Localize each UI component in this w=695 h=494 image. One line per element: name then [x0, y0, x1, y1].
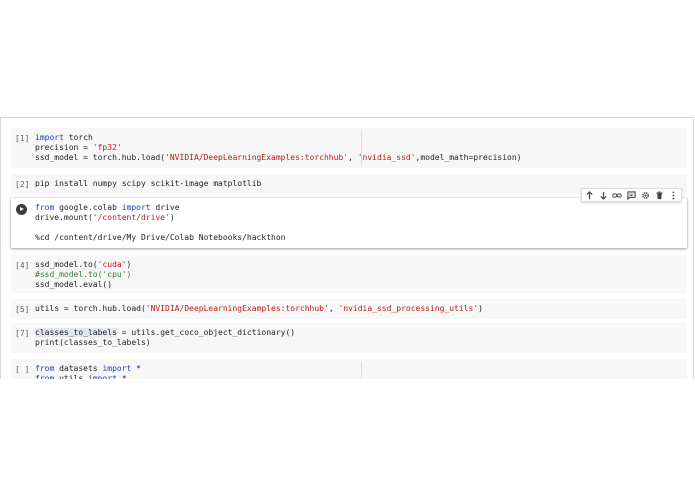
- code-token: ): [169, 213, 175, 222]
- settings-icon[interactable]: [641, 190, 651, 200]
- code-token: ssd_model.to(: [35, 260, 98, 269]
- code-token: *: [131, 364, 141, 373]
- code-token: 'nvidia_ssd': [357, 153, 416, 162]
- code-token: import: [35, 133, 64, 142]
- code-line: ssd_model.to('cuda'): [35, 260, 131, 270]
- code-editor[interactable]: ssd_model.to('cuda') #ssd_model.to('cpu')…: [35, 260, 131, 290]
- code-cell-5[interactable]: [5] utils = torch.hub.load('NVIDIA/DeepL…: [11, 299, 687, 319]
- code-line: from utils import *: [35, 374, 141, 379]
- execution-count: [2]: [15, 180, 30, 189]
- execution-count: [1]: [15, 134, 30, 143]
- comment-icon[interactable]: [626, 190, 636, 200]
- more-vert-icon[interactable]: [669, 190, 679, 200]
- ruler-line: [361, 362, 362, 379]
- code-token: google.colab: [54, 203, 122, 212]
- code-line: import torch: [35, 133, 521, 143]
- code-token: ,: [328, 304, 339, 313]
- code-token: from: [35, 203, 55, 212]
- execution-count: [7]: [15, 329, 30, 338]
- code-token: '/content/drive': [92, 213, 170, 222]
- cell-toolbar: [581, 188, 682, 202]
- code-token: utils: [54, 374, 88, 379]
- code-token: ): [126, 260, 132, 269]
- code-token: from: [35, 364, 55, 373]
- code-line: #ssd_model.to('cpu'): [35, 270, 131, 280]
- code-token: = utils.get_coco_object_dictionary(): [116, 328, 296, 337]
- code-line: from datasets import *: [35, 364, 141, 374]
- code-line: %cd /content/drive/My Drive/Colab Notebo…: [35, 233, 285, 243]
- code-line: ssd_model = torch.hub.load('NVIDIA/DeepL…: [35, 153, 521, 163]
- code-line: from google.colab import drive: [35, 203, 285, 213]
- code-token: datasets: [54, 364, 103, 373]
- code-line: pip install numpy scipy scikit-image mat…: [35, 179, 261, 189]
- execution-count: [ ]: [15, 365, 30, 374]
- code-token: #ssd_model.to('cpu'): [35, 270, 132, 279]
- code-token: 'NVIDIA/DeepLearningExamples:torchhub': [165, 153, 349, 162]
- notebook-area: [1] import torch precision = 'fp32' ssd_mo…: [0, 117, 694, 379]
- code-line: utils = torch.hub.load('NVIDIA/DeepLearn…: [35, 304, 483, 314]
- code-token: 'cuda': [97, 260, 127, 269]
- execution-count: [4]: [15, 261, 30, 270]
- code-token: ,: [348, 153, 358, 162]
- code-editor[interactable]: from datasets import * from utils import …: [35, 364, 141, 379]
- code-token: ,model_math=precision): [415, 153, 522, 162]
- code-token: ssd_model.eval(): [35, 280, 113, 289]
- code-token: ): [478, 304, 483, 313]
- code-line: print(classes_to_labels): [35, 338, 295, 348]
- code-cell-4[interactable]: [4] ssd_model.to('cuda') #ssd_model.to('c…: [11, 255, 687, 293]
- execution-count: [5]: [15, 305, 30, 314]
- code-token: pip install numpy scipy scikit-image mat…: [35, 179, 262, 188]
- code-token: import: [87, 374, 117, 379]
- code-cell-7[interactable]: [7] classes_to_labels = utils.get_coco_o…: [11, 323, 687, 353]
- code-token: 'nvidia_ssd_processing_utils': [338, 304, 479, 313]
- code-token: 'NVIDIA/DeepLearningExamples:torchhub': [145, 304, 329, 313]
- code-token: print(classes_to_labels): [35, 338, 151, 347]
- code-editor[interactable]: utils = torch.hub.load('NVIDIA/DeepLearn…: [35, 304, 483, 314]
- run-cell-button[interactable]: [16, 204, 27, 215]
- code-token: ssd_model = torch.hub.load(: [35, 153, 166, 162]
- arrow-up-icon[interactable]: [584, 190, 594, 200]
- code-editor[interactable]: import torch precision = 'fp32' ssd_model …: [35, 133, 521, 163]
- ruler-line: [361, 131, 362, 165]
- code-token: drive.mount(: [35, 213, 93, 222]
- code-token: classes_to_labels: [35, 328, 117, 337]
- code-token: utils = torch.hub.load(: [35, 304, 146, 313]
- code-token: from: [35, 374, 55, 379]
- code-token: drive: [150, 203, 180, 212]
- code-line: ssd_model.eval(): [35, 280, 131, 290]
- code-token: 'fp32': [92, 143, 122, 152]
- code-editor[interactable]: classes_to_labels = utils.get_coco_objec…: [35, 328, 295, 348]
- code-token: import: [121, 203, 151, 212]
- code-line: precision = 'fp32': [35, 143, 521, 153]
- code-cell-1[interactable]: [1] import torch precision = 'fp32' ssd_mo…: [11, 128, 687, 168]
- code-token: %cd /content/drive/My Drive/Colab Notebo…: [35, 233, 286, 242]
- link-icon[interactable]: [612, 190, 623, 200]
- code-cell-unexecuted[interactable]: [ ] from datasets import * from utils imp…: [11, 359, 687, 379]
- code-token: import: [102, 364, 132, 373]
- code-line: classes_to_labels = utils.get_coco_objec…: [35, 328, 295, 338]
- code-editor[interactable]: from google.colab import drive drive.moun…: [35, 203, 285, 243]
- code-line: drive.mount('/content/drive'): [35, 213, 285, 223]
- code-token: *: [116, 374, 127, 379]
- arrow-down-icon[interactable]: [598, 190, 608, 200]
- code-token: torch: [63, 133, 93, 142]
- delete-icon[interactable]: [655, 190, 665, 200]
- code-token: precision =: [35, 143, 93, 152]
- code-editor[interactable]: pip install numpy scipy scikit-image mat…: [35, 179, 261, 189]
- code-cell-3-active[interactable]: from google.colab import drive drive.moun…: [11, 198, 687, 248]
